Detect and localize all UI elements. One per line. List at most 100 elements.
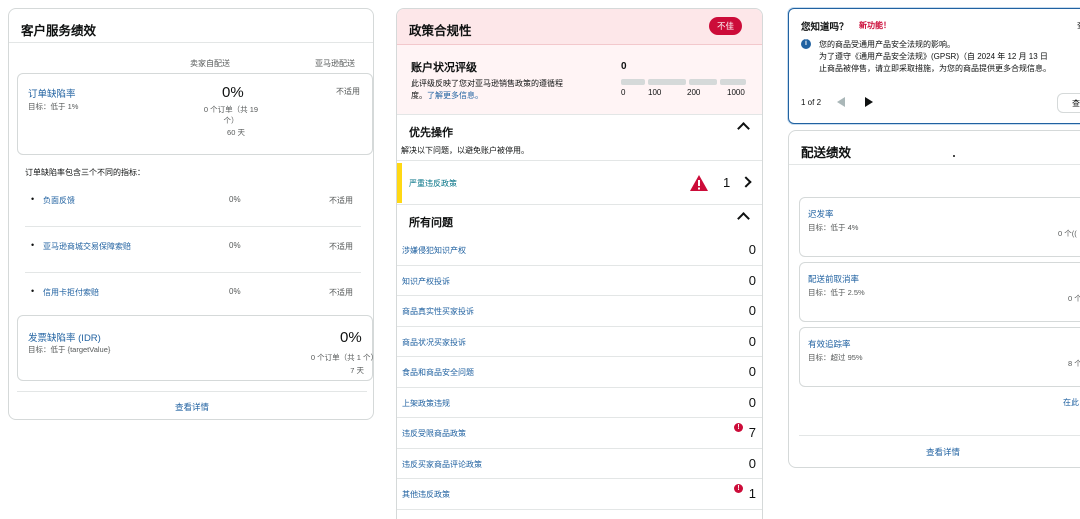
account-health-title: 账户状况评级 [411,62,477,74]
decorative-dot [953,155,955,157]
idr-link[interactable]: 发票缺陷率 (IDR) [28,330,101,344]
chevron-up-icon[interactable] [737,122,750,135]
priority-item-label[interactable]: 严重违反政策 [409,178,457,189]
chevron-up-icon[interactable] [737,212,750,225]
all-issues-header[interactable]: 所有问题 [397,205,762,235]
issue-link[interactable]: 上架政策违规 [402,398,450,409]
health-tick-label: 1000 [727,88,745,97]
all-issues-title: 所有问题 [409,217,453,229]
issue-row[interactable]: 违反受限商品政策! 7 [397,418,762,449]
ship-metric-target: 目标：低于 2.5% [808,288,865,297]
warning-icon [690,175,708,191]
sub-metric-row: • 亚马逊商城交易保障索赔 0% 不适用 [25,227,361,273]
odr-value: 0% [222,84,244,101]
ship-metric-card: 配送前取消率 目标：低于 2.5% 0 个 [799,262,1080,322]
sub-metric-link[interactable]: 信用卡拒付索赔 [43,287,99,298]
issue-link[interactable]: 知识产权投诉 [402,276,450,287]
sub-metric-fba: 不适用 [329,196,353,205]
view-button[interactable]: 查 [1057,93,1080,113]
issue-count: 0 [748,272,756,288]
new-feature-label: 新功能！ [859,21,891,30]
issue-row[interactable]: 商品真实性买家投诉 0 [397,296,762,327]
issue-link[interactable]: 违反受限商品政策 [402,428,466,439]
sub-metric-fba: 不适用 [329,242,353,251]
odr-period: 60 天 [227,128,245,137]
odr-link[interactable]: 订单缺陷率 [28,86,76,100]
policy-compliance-panel: 政策合规性 不佳 账户状况评级 此评级反映了您对亚马逊销售政策的遵循程 度。了解… [396,8,763,519]
sub-metric-row: • 信用卡拒付索赔 0% 不适用 [25,273,361,319]
bullet-icon: • [31,194,35,204]
odr-card: 订单缺陷率 目标：低于 1% 0% 0 个订单（共 19 个） 60 天 不适用 [17,73,373,155]
account-health-score: 0 [621,61,627,72]
ship-metric-card: 迟发率 目标：低于 4% 0 个(( [799,197,1080,257]
issue-count: 0 [748,364,756,379]
ship-metric-target: 目标：低于 4% [808,223,859,232]
account-health-desc-line1: 此评级反映了您对亚马逊销售政策的遵循程 [411,79,563,88]
gpsr-text-line2: 止商品被停售，请立即采取措施，为您的商品提供更多合规信息。 [819,64,1051,73]
policy-title: 政策合规性 [409,24,472,38]
issue-row[interactable]: 涉嫌侵犯知识产权 0 [397,235,762,266]
did-you-know-title: 您知道吗？ [801,22,849,33]
issue-row[interactable]: 知识产权投诉 0 [397,266,762,296]
issue-row[interactable]: 上架政策违规 0 [397,388,762,418]
idr-target: 目标：低于 {targetValue} [28,345,111,354]
odr-target: 目标：低于 1% [28,102,79,111]
chevron-right-icon[interactable] [740,176,752,188]
ship-metric-value: 0 个 [1068,294,1080,303]
issue-row[interactable]: 商品状况买家投诉 0 [397,327,762,357]
idr-period: 7 天 [350,366,364,375]
info-icon: i [801,39,811,49]
odr-fba-value: 不适用 [336,87,360,96]
priority-item-count: 1 [723,175,731,190]
ship-metric-link[interactable]: 有效追踪率 [808,338,851,350]
ship-metric-value: 0 个(( [1058,229,1077,238]
priority-stripe [397,163,402,203]
sub-metric-link[interactable]: 亚马逊商城交易保障索赔 [43,241,131,252]
issue-link[interactable]: 其他违反政策 [402,489,450,500]
issue-link[interactable]: 商品真实性买家投诉 [402,306,474,317]
sub-metric-value: 0% [229,287,241,296]
issue-link[interactable]: 食品和商品安全问题 [402,367,474,378]
account-health-desc: 此评级反映了您对亚马逊销售政策的遵循程 度。了解更多信息。 [411,78,601,102]
gpsr-heading: 您的商品受通用产品安全法规的影响。 [819,40,955,49]
issue-row[interactable]: 其他违反政策! 1 [397,479,762,510]
customer-service-panel: 客户服务绩效 卖家自配送 亚马逊配送 订单缺陷率 目标：低于 1% 0% 0 个… [8,8,378,420]
bullet-icon: • [31,240,35,250]
issue-count: 1 [748,486,756,501]
ship-metric-link[interactable]: 迟发率 [808,208,834,220]
shipping-link[interactable]: 在此 [1063,397,1079,408]
issue-count: 7 [748,425,756,440]
health-bar-segment [720,79,746,85]
next-arrow-icon[interactable] [865,97,873,107]
sub-metric-fba: 不适用 [329,288,353,297]
issue-link[interactable]: 涉嫌侵犯知识产权 [402,245,466,256]
ship-metric-link[interactable]: 配送前取消率 [808,273,859,285]
health-bar-segment [621,79,645,85]
health-tick-label: 100 [648,88,662,97]
issue-count: 0 [748,303,756,318]
alert-icon: ! [734,484,743,493]
priority-actions-header[interactable]: 优先操作 [397,115,762,145]
shipping-performance-panel: 配送绩效 迟发率 目标：低于 4% 0 个(( 配送前取消率 目标：低于 2.5… [788,130,1080,468]
issue-link[interactable]: 违反买家商品评论政策 [402,459,482,470]
ship-metric-card: 有效追踪率 目标：超过 95% 8 个 [799,327,1080,387]
learn-more-link[interactable]: 了解更多信息。 [427,91,483,100]
issue-count: 0 [748,242,756,257]
issue-link[interactable]: 商品状况买家投诉 [402,337,466,348]
priority-item-severe-violation[interactable]: 严重违反政策 1 [397,161,762,205]
status-badge: 不佳 [708,17,742,35]
issues-list: 涉嫌侵犯知识产权 0 知识产权投诉 0 商品真实性买家投诉 0 商品状况买家投诉 0 食… [397,235,762,510]
ship-metric-value: 8 个 [1068,359,1080,368]
health-tick-label: 0 [621,88,626,97]
health-tick-label: 200 [687,88,701,97]
prev-arrow-icon[interactable] [837,97,845,107]
policy-header: 政策合规性 不佳 [397,9,762,45]
issue-row[interactable]: 食品和商品安全问题 0 [397,357,762,388]
health-bar-segment [689,79,717,85]
shipping-view-details[interactable]: 查看详情 [799,435,1080,467]
customer-service-view-details[interactable]: 查看详情 [17,391,367,419]
account-health-section: 账户状况评级 此评级反映了您对亚马逊销售政策的遵循程 度。了解更多信息。 0 0… [397,45,762,115]
sub-metric-link[interactable]: 负面反馈 [43,195,75,206]
issue-row[interactable]: 违反买家商品评论政策 0 [397,449,762,479]
odr-intro: 订单缺陷率包含三个不同的指标： [25,168,145,177]
